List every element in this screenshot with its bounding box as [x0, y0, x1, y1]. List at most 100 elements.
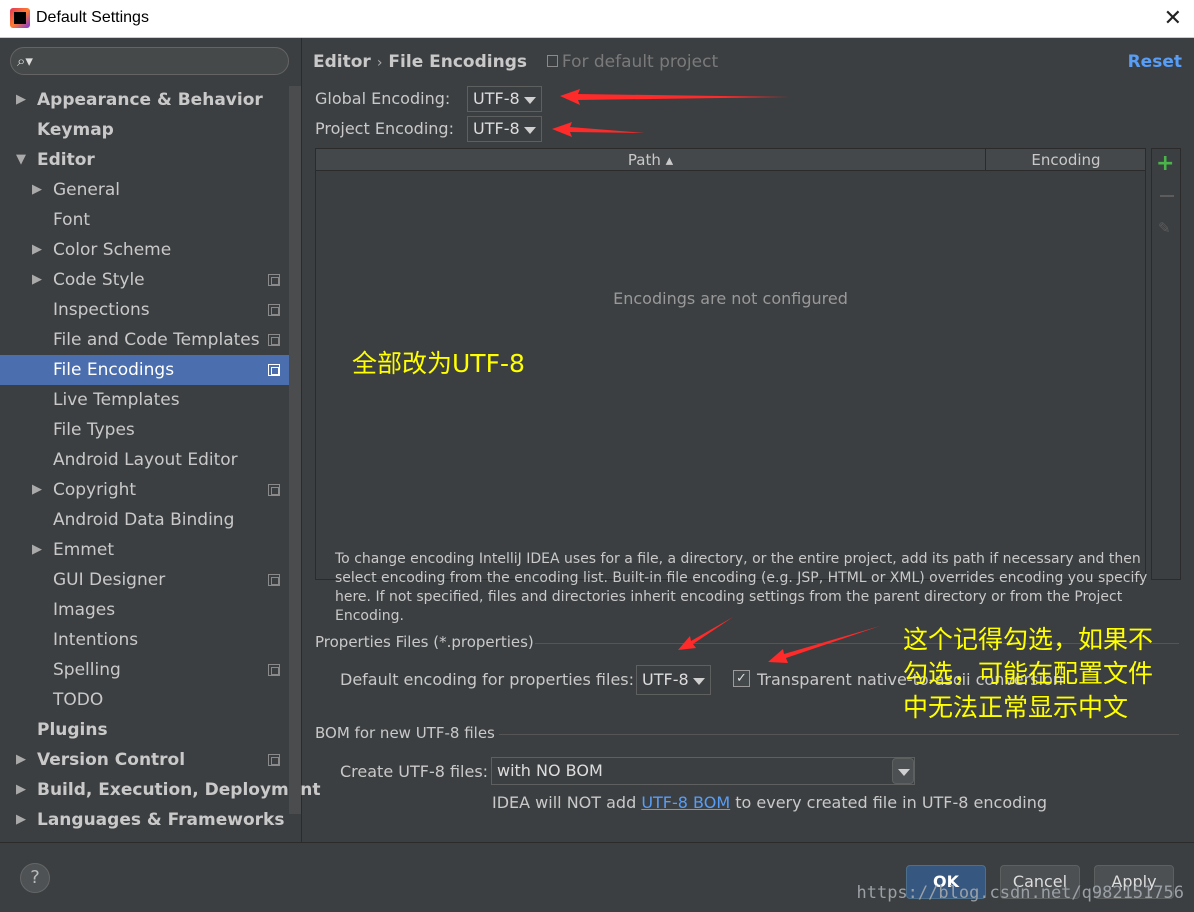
sidebar-item-copyright[interactable]: ▶ Copyright [0, 475, 289, 505]
collapsed-arrow-icon[interactable]: ▶ [16, 745, 26, 775]
sidebar-item-label: Plugins [37, 720, 108, 740]
sidebar-item-keymap[interactable]: Keymap [0, 115, 289, 145]
copy-icon [268, 574, 280, 586]
sidebar-item-label: Spelling [53, 660, 121, 680]
sidebar-item-label: Appearance & Behavior [37, 90, 263, 110]
breadcrumb-file-encodings: File Encodings [388, 52, 527, 72]
sidebar-item-label: Version Control [37, 750, 186, 770]
sidebar-item-label: TODO [53, 690, 104, 710]
sidebar-item-label: GUI Designer [53, 570, 166, 590]
copy-icon [268, 304, 280, 316]
sidebar-item-label: Color Scheme [53, 240, 172, 260]
sidebar-item-label: General [53, 180, 120, 200]
collapsed-arrow-icon[interactable]: ▶ [32, 235, 42, 265]
sidebar-item-version-control[interactable]: ▶ Version Control [0, 745, 289, 775]
properties-encoding-label: Default encoding for properties files: [340, 670, 635, 689]
annotation-check-this-line-3: 中无法正常显示中文 [903, 693, 1129, 722]
sidebar-item-intentions[interactable]: Intentions [0, 625, 289, 655]
sidebar-item-label: Emmet [53, 540, 114, 560]
project-encoding-select[interactable]: UTF-8 [467, 116, 542, 142]
collapsed-arrow-icon[interactable]: ▶ [32, 175, 42, 205]
sidebar-item-build-execution-deployment[interactable]: ▶ Build, Execution, Deployment [0, 775, 321, 805]
sidebar-item-android-data-binding[interactable]: Android Data Binding [0, 505, 289, 535]
scope-label: For default project [561, 52, 719, 72]
properties-encoding-select[interactable]: UTF-8 [636, 665, 711, 695]
sidebar-item-label: Intentions [53, 630, 139, 650]
collapsed-arrow-icon[interactable]: ▶ [32, 535, 42, 565]
sidebar-item-font[interactable]: Font [0, 205, 289, 235]
sidebar-item-color-scheme[interactable]: ▶ Color Scheme [0, 235, 289, 265]
expanded-arrow-icon[interactable]: ▼ [16, 145, 26, 175]
collapsed-arrow-icon[interactable]: ▶ [32, 475, 42, 505]
sidebar-item-inspections[interactable]: Inspections [0, 295, 289, 325]
breadcrumb-separator: › [376, 55, 383, 71]
bom-note-suffix: to every created file in UTF-8 encoding [730, 793, 1048, 812]
annotation-check-this-line-1: 这个记得勾选，如果不 [903, 625, 1154, 654]
settings-search-input[interactable]: ⌕▾ [10, 47, 289, 75]
annotation-check-this-line-2: 勾选，可能在配置文件 [903, 659, 1154, 688]
sidebar-item-label: Images [53, 600, 116, 620]
sidebar-item-plugins[interactable]: Plugins [0, 715, 289, 745]
help-button[interactable]: ? [20, 863, 50, 893]
table-header: Path ▴ Encoding [316, 149, 1145, 171]
scope-indicator: For default project [546, 52, 719, 72]
sidebar-item-emmet[interactable]: ▶ Emmet [0, 535, 289, 565]
column-path-header[interactable]: Path ▴ [316, 149, 986, 171]
sidebar-item-file-and-code-templates[interactable]: File and Code Templates [0, 325, 289, 355]
sidebar-item-label: Android Layout Editor [53, 450, 238, 470]
sidebar-item-label: Keymap [37, 120, 114, 140]
sidebar-item-images[interactable]: Images [0, 595, 289, 625]
sidebar-item-appearance-behavior[interactable]: ▶ Appearance & Behavior [0, 85, 289, 115]
chevron-down-icon [892, 758, 914, 784]
sidebar-item-label: Editor [37, 150, 95, 170]
sidebar-item-file-types[interactable]: File Types [0, 415, 289, 445]
section-divider [499, 734, 1179, 735]
window-title: Default Settings [36, 9, 149, 26]
sidebar-item-android-layout-editor[interactable]: Android Layout Editor [0, 445, 289, 475]
empty-table-message: Encodings are not configured [613, 289, 848, 308]
copy-icon [268, 664, 280, 676]
sidebar-item-label: Build, Execution, Deployment [37, 780, 321, 800]
column-encoding-header[interactable]: Encoding [986, 149, 1146, 171]
sidebar-item-label: Android Data Binding [53, 510, 235, 530]
sidebar-scrollbar[interactable] [289, 86, 301, 814]
sidebar-item-languages-frameworks[interactable]: ▶ Languages & Frameworks [0, 805, 289, 835]
create-utf8-label: Create UTF-8 files: [340, 762, 489, 781]
remove-icon[interactable] [1160, 195, 1174, 197]
encoding-help-text: To change encoding IntelliJ IDEA uses fo… [335, 551, 1148, 624]
copy-icon [268, 334, 280, 346]
reset-link[interactable]: Reset [1128, 52, 1182, 72]
sidebar-item-spelling[interactable]: Spelling [0, 655, 289, 685]
dialog-footer: ? OK Cancel Apply https://blog.csdn.net/… [0, 842, 1194, 912]
project-encoding-label: Project Encoding: [315, 119, 454, 138]
create-utf8-select[interactable]: with NO BOM [491, 757, 915, 785]
collapsed-arrow-icon[interactable]: ▶ [16, 775, 26, 805]
utf8-bom-link[interactable]: UTF-8 BOM [641, 793, 730, 812]
collapsed-arrow-icon[interactable]: ▶ [16, 805, 26, 835]
add-icon[interactable]: + [1156, 151, 1174, 176]
sidebar-item-label: Live Templates [53, 390, 180, 410]
transparent-conversion-checkbox[interactable]: ✓ [733, 670, 750, 687]
edit-icon[interactable]: ✎ [1158, 219, 1171, 237]
sidebar-item-label: File and Code Templates [53, 330, 260, 350]
properties-section-title: Properties Files (*.properties) [315, 633, 534, 651]
close-icon[interactable]: ✕ [1164, 6, 1182, 31]
sidebar-item-code-style[interactable]: ▶ Code Style [0, 265, 289, 295]
global-encoding-label: Global Encoding: [315, 89, 451, 108]
sidebar-item-label: File Encodings [53, 360, 175, 380]
annotation-change-all: 全部改为UTF-8 [352, 349, 525, 378]
collapsed-arrow-icon[interactable]: ▶ [32, 265, 42, 295]
sidebar-item-gui-designer[interactable]: GUI Designer [0, 565, 289, 595]
table-toolbar: + ✎ [1151, 148, 1181, 580]
watermark: https://blog.csdn.net/q982151756 [856, 883, 1184, 903]
sidebar-item-todo[interactable]: TODO [0, 685, 289, 715]
sidebar-item-editor[interactable]: ▼ Editor [0, 145, 289, 175]
sidebar-item-general[interactable]: ▶ General [0, 175, 289, 205]
global-encoding-select[interactable]: UTF-8 [467, 86, 542, 112]
sidebar-item-live-templates[interactable]: Live Templates [0, 385, 289, 415]
breadcrumb-editor: Editor [313, 52, 371, 72]
settings-sidebar: ⌕▾ ▶ Appearance & Behavior Keymap ▼ Editor ▶ G… [0, 38, 321, 842]
collapsed-arrow-icon[interactable]: ▶ [16, 85, 26, 115]
settings-window: Default Settings ✕ ⌕▾ ▶ Appearance & Beha… [0, 0, 1194, 912]
sidebar-item-file-encodings[interactable]: File Encodings [0, 355, 289, 385]
